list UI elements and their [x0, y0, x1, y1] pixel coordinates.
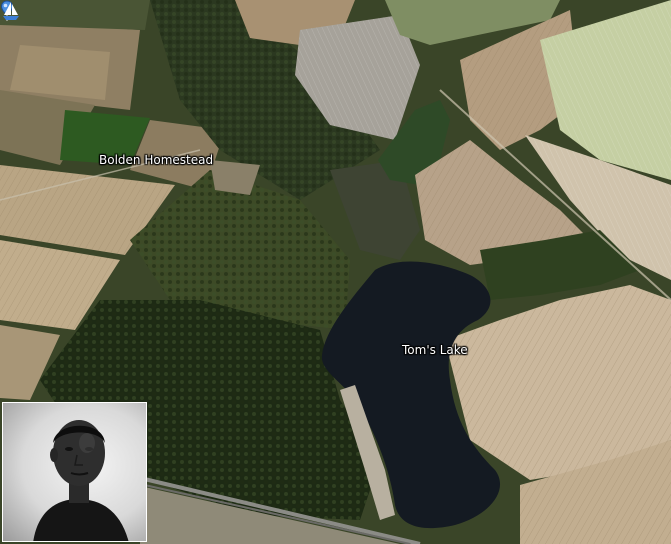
placemark-label-lake[interactable]: Tom's Lake [402, 343, 468, 357]
sailboat-icon[interactable] [0, 0, 22, 22]
satellite-map[interactable]: Bolden Homestead Tom's Lake [0, 0, 671, 544]
field [0, 0, 150, 30]
portrait-image [33, 420, 129, 541]
portrait-photo [2, 402, 147, 542]
placemark-label-homestead[interactable]: Bolden Homestead [99, 153, 213, 167]
